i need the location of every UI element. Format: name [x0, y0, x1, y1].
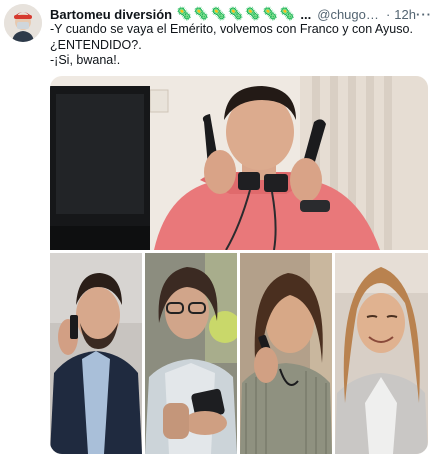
tweet-card[interactable]: Bartomeu diversión 🦠🦠🦠🦠🦠🦠🦠 ... @chugosan… — [0, 0, 439, 465]
photo-woman-on-phone[interactable] — [240, 253, 332, 454]
timestamp[interactable]: 12h — [394, 7, 416, 22]
photo-bearded-man-on-phone[interactable] — [50, 253, 142, 454]
photo-smiling-woman[interactable] — [335, 253, 428, 454]
separator-dot: · — [385, 6, 391, 22]
user-handle[interactable]: @chugosan... — [317, 7, 382, 22]
tweet-header: Bartomeu diversión 🦠🦠🦠🦠🦠🦠🦠 ... @chugosan… — [50, 5, 434, 23]
tweet-text-line: -Y cuando se vaya el Emérito, volvemos c… — [50, 22, 413, 36]
tweet-text-line: ¿ENTENDIDO?. — [50, 37, 142, 52]
photo-man-on-phone[interactable] — [50, 76, 428, 250]
tweet-text-line: -¡Si, bwana!. — [50, 53, 121, 67]
display-name[interactable]: Bartomeu diversión — [50, 7, 172, 22]
virus-emojis: 🦠🦠🦠🦠🦠🦠🦠 — [176, 6, 297, 21]
name-truncation: ... — [300, 6, 312, 22]
media-grid — [50, 76, 428, 454]
photo-woman-with-glasses[interactable] — [145, 253, 237, 454]
tweet-text: -Y cuando se vaya el Emérito, volvemos c… — [50, 22, 430, 69]
more-horizontal-icon[interactable]: ··· — [416, 7, 434, 22]
avatar[interactable] — [4, 4, 42, 42]
